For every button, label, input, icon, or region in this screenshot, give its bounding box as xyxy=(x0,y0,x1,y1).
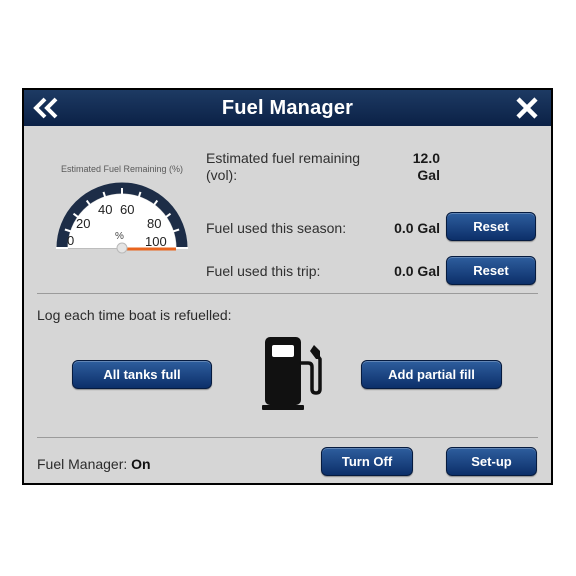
add-partial-fill-button[interactable]: Add partial fill xyxy=(361,360,502,389)
gauge-unit: % xyxy=(115,231,124,242)
gauge-tick-label: 60 xyxy=(120,202,134,217)
reset-trip-button[interactable]: Reset xyxy=(446,256,536,285)
close-icon[interactable] xyxy=(509,94,545,122)
gauge-caption: Estimated Fuel Remaining (%) xyxy=(60,164,184,174)
season-value: 0.0 Gal xyxy=(394,220,440,236)
gauge-tick-label: 0 xyxy=(67,233,74,248)
gauge-tick-label: 40 xyxy=(98,202,112,217)
divider xyxy=(37,437,538,438)
setup-button[interactable]: Set-up xyxy=(446,447,537,476)
gauge-tick-label: 20 xyxy=(76,216,90,231)
remaining-value-block: 12.0 Gal xyxy=(396,150,440,184)
reset-season-button[interactable]: Reset xyxy=(446,212,536,241)
remaining-label-line1: Estimated fuel remaining xyxy=(206,150,361,166)
fuel-manager-panel: Estimated Fuel Remaining (%) 0 20 40 60 … xyxy=(24,126,551,483)
fuel-pump-icon xyxy=(262,333,324,411)
gauge-tick-label: 100 xyxy=(145,234,167,249)
trip-value: 0.0 Gal xyxy=(394,263,440,279)
turn-off-button[interactable]: Turn Off xyxy=(321,447,413,476)
fuel-gauge: Estimated Fuel Remaining (%) 0 20 40 60 … xyxy=(52,164,192,259)
remaining-unit: Gal xyxy=(417,167,440,183)
gauge-dial: 0 20 40 60 80 100 % xyxy=(56,182,188,254)
status-label: Fuel Manager: xyxy=(37,456,128,472)
title-bar: Fuel Manager xyxy=(24,90,551,126)
all-tanks-full-button[interactable]: All tanks full xyxy=(72,360,212,389)
fuel-manager-status: Fuel Manager: On xyxy=(37,456,151,472)
gauge-tick-label: 80 xyxy=(147,216,161,231)
remaining-label-line2: (vol): xyxy=(206,167,238,183)
season-label: Fuel used this season: xyxy=(206,220,347,236)
window-title: Fuel Manager xyxy=(221,96,354,119)
remaining-value: 12.0 xyxy=(412,150,440,166)
divider xyxy=(37,293,538,294)
double-chevron-left-icon[interactable] xyxy=(28,94,64,122)
remaining-label: Estimated fuel remaining (vol): xyxy=(206,150,396,184)
trip-label: Fuel used this trip: xyxy=(206,263,321,279)
log-instruction: Log each time boat is refuelled: xyxy=(37,307,232,323)
status-value: On xyxy=(131,456,151,472)
